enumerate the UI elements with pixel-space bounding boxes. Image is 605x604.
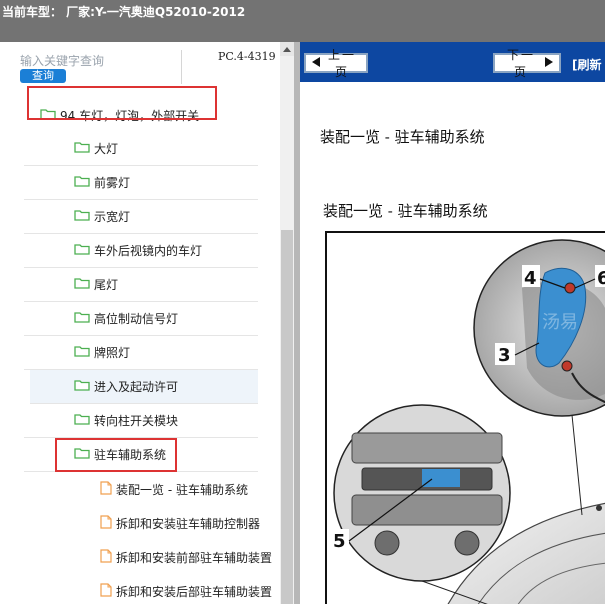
scroll-thumb[interactable] bbox=[281, 230, 293, 604]
search-area: 查询 PC.4-4319 bbox=[0, 42, 294, 90]
tree-item-label: 拆卸和安装前部驻车辅助装置 bbox=[116, 550, 273, 565]
document-code: PC.4-4319 bbox=[218, 50, 276, 63]
folder-icon bbox=[74, 379, 90, 394]
tree-item-14[interactable]: 拆卸和安装后部驻车辅助装置 bbox=[24, 574, 272, 604]
folder-icon bbox=[74, 209, 90, 224]
folder-icon bbox=[74, 413, 90, 428]
tree-item-5[interactable]: 尾灯 bbox=[24, 268, 258, 302]
watermark-text: 汤易 bbox=[542, 312, 578, 333]
highlight-box bbox=[55, 438, 177, 472]
document-subtitle: 装配一览 - 驻车辅助系统 bbox=[323, 202, 488, 220]
tree-item-label: 示宽灯 bbox=[94, 210, 131, 224]
callout-4: 3 bbox=[498, 345, 511, 366]
tree-item-label: 车外后视镜内的车灯 bbox=[94, 244, 203, 258]
document-icon bbox=[100, 548, 112, 566]
tree-item-11[interactable]: 装配一览 - 驻车辅助系统 bbox=[24, 472, 258, 506]
document-icon bbox=[100, 514, 112, 532]
refresh-link[interactable]: [刷新 bbox=[572, 56, 602, 73]
callout-6: 6 bbox=[597, 268, 605, 289]
tree-item-label: 大灯 bbox=[94, 142, 119, 156]
tree-item-label: 装配一览 - 驻车辅助系统 bbox=[116, 482, 248, 497]
search-divider bbox=[181, 50, 182, 84]
tree-item-label: 尾灯 bbox=[94, 278, 119, 292]
previous-page-label: 上一页 bbox=[327, 48, 356, 79]
title-bar: 当前车型： 厂家:Y-一汽奥迪Q52010-2012 bbox=[0, 0, 605, 42]
tree-item-9[interactable]: 转向柱开关模块 bbox=[24, 404, 258, 438]
tree-item-13[interactable]: 拆卸和安装前部驻车辅助装置 bbox=[24, 540, 272, 574]
previous-page-button[interactable]: 上一页 bbox=[304, 48, 368, 79]
scroll-up-arrow-icon[interactable] bbox=[280, 42, 294, 56]
tree-item-label: 牌照灯 bbox=[94, 346, 131, 360]
folder-icon bbox=[74, 345, 90, 360]
content-panel: 上一页 下一页 [刷新 装配一览 - 驻车辅助系统 装配一览 - 驻车辅助系统 bbox=[300, 42, 605, 604]
sidebar-scrollbar[interactable] bbox=[280, 42, 294, 604]
tree-item-3[interactable]: 示宽灯 bbox=[24, 200, 258, 234]
next-page-button[interactable]: 下一页 bbox=[493, 48, 561, 79]
next-page-label: 下一页 bbox=[506, 48, 535, 79]
document-icon bbox=[100, 582, 112, 600]
tree-item-2[interactable]: 前雾灯 bbox=[24, 166, 258, 200]
callout-3: 5 bbox=[333, 531, 346, 552]
tree-item-label: 前雾灯 bbox=[94, 176, 131, 190]
tree-item-label: 高位制动信号灯 bbox=[94, 312, 179, 326]
tree-item-6[interactable]: 高位制动信号灯 bbox=[24, 302, 258, 336]
highlight-box bbox=[27, 86, 217, 120]
right-arrow-icon bbox=[545, 56, 553, 70]
assembly-diagram: 汤易 4 6 3 5 bbox=[325, 231, 605, 604]
sidebar: 查询 PC.4-4319 94 车灯，灯泡，外部开关大灯前雾灯示宽灯车外后视镜内… bbox=[0, 42, 294, 604]
search-input[interactable] bbox=[20, 52, 170, 70]
callout-5: 4 bbox=[524, 268, 537, 289]
tree-item-1[interactable]: 大灯 bbox=[24, 132, 258, 166]
tree-item-label: 进入及起动许可 bbox=[94, 380, 179, 394]
tree-item-7[interactable]: 牌照灯 bbox=[24, 336, 258, 370]
tree-item-12[interactable]: 拆卸和安装驻车辅助控制器 bbox=[24, 506, 261, 540]
left-arrow-icon bbox=[312, 56, 320, 70]
app-title: 当前车型： 厂家:Y-一汽奥迪Q52010-2012 bbox=[2, 5, 246, 19]
tree-item-4[interactable]: 车外后视镜内的车灯 bbox=[24, 234, 258, 268]
assembly-illustration: 汤易 4 6 3 5 bbox=[331, 239, 605, 604]
document-title: 装配一览 - 驻车辅助系统 bbox=[320, 128, 485, 146]
tree-item-label: 拆卸和安装驻车辅助控制器 bbox=[116, 516, 261, 531]
folder-icon bbox=[74, 277, 90, 292]
folder-icon bbox=[74, 243, 90, 258]
navigation-bar: 上一页 下一页 [刷新 bbox=[300, 42, 605, 82]
tree-item-8[interactable]: 进入及起动许可 bbox=[30, 370, 258, 404]
search-button[interactable]: 查询 bbox=[20, 69, 66, 83]
document-icon bbox=[100, 480, 112, 498]
folder-icon bbox=[74, 175, 90, 190]
folder-icon bbox=[74, 311, 90, 326]
folder-icon bbox=[74, 141, 90, 156]
tree-item-label: 转向柱开关模块 bbox=[94, 414, 179, 428]
tree-item-label: 拆卸和安装后部驻车辅助装置 bbox=[116, 584, 273, 599]
